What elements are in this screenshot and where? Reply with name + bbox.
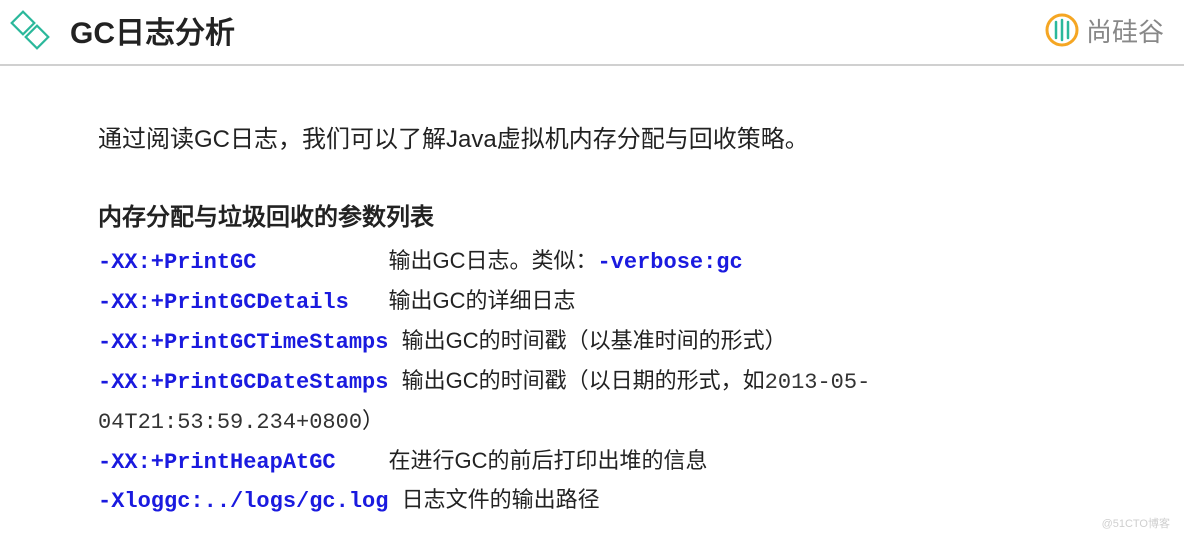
param-cmd: -XX:+PrintGCDetails	[98, 290, 349, 315]
param-pad	[388, 330, 401, 355]
intro-text: 通过阅读GC日志，我们可以了解Java虚拟机内存分配与回收策略。	[98, 121, 1000, 159]
param-desc: 输出GC日志。类似：	[388, 248, 597, 273]
param-pad	[336, 450, 389, 475]
param-desc: ）	[362, 408, 384, 433]
content-area: 通过阅读GC日志，我们可以了解Java虚拟机内存分配与回收策略。 内存分配与垃圾…	[0, 66, 1000, 521]
param-cmd: -XX:+PrintGCDateStamps	[98, 370, 388, 395]
page-header: GC日志分析 尚硅谷	[0, 0, 1184, 66]
param-row-printgc: -XX:+PrintGC 输出GC日志。类似：-verbose:gc	[98, 242, 1000, 282]
param-date: 04T21:53:59.234+0800	[98, 410, 362, 435]
brand-text: 尚硅谷	[1086, 12, 1164, 49]
page-title: GC日志分析	[70, 8, 235, 52]
param-cmd: -XX:+PrintGCTimeStamps	[98, 330, 388, 355]
param-pad	[388, 370, 401, 395]
watermark-text: @51CTO博客	[1102, 515, 1170, 531]
param-row-printheapatgc: -XX:+PrintHeapAtGC 在进行GC的前后打印出堆的信息	[98, 442, 1000, 482]
param-cmd: -Xloggc:../logs/gc.log	[98, 489, 388, 514]
param-pad	[349, 290, 389, 315]
param-desc: 输出GC的时间戳（以基准时间的形式）	[402, 328, 787, 353]
param-desc: 输出GC的时间戳（以日期的形式，如	[402, 368, 765, 393]
param-verbose: -verbose:gc	[597, 250, 742, 275]
param-desc: 日志文件的输出路径	[402, 487, 600, 512]
param-date: 2013-05-	[765, 370, 871, 395]
param-desc: 输出GC的详细日志	[388, 288, 575, 313]
header-left: GC日志分析	[8, 8, 235, 52]
brand-icon	[1044, 12, 1080, 48]
param-row-xloggc: -Xloggc:../logs/gc.log 日志文件的输出路径	[98, 481, 1000, 521]
param-row-printgcdetails: -XX:+PrintGCDetails 输出GC的详细日志	[98, 282, 1000, 322]
param-row-printgcdatestamps-cont: 04T21:53:59.234+0800）	[98, 402, 1000, 442]
params-subtitle: 内存分配与垃圾回收的参数列表	[98, 197, 1000, 232]
param-row-printgcdatestamps: -XX:+PrintGCDateStamps 输出GC的时间戳（以日期的形式，如…	[98, 362, 1000, 402]
param-desc: 在进行GC的前后打印出堆的信息	[388, 448, 707, 473]
diamond-logo-icon	[8, 8, 52, 52]
param-row-printgctimestamps: -XX:+PrintGCTimeStamps 输出GC的时间戳（以基准时间的形式…	[98, 322, 1000, 362]
param-cmd: -XX:+PrintGC	[98, 250, 256, 275]
param-cmd: -XX:+PrintHeapAtGC	[98, 450, 336, 475]
param-pad	[388, 489, 401, 514]
param-pad	[256, 250, 388, 275]
brand-block: 尚硅谷	[1044, 12, 1164, 49]
